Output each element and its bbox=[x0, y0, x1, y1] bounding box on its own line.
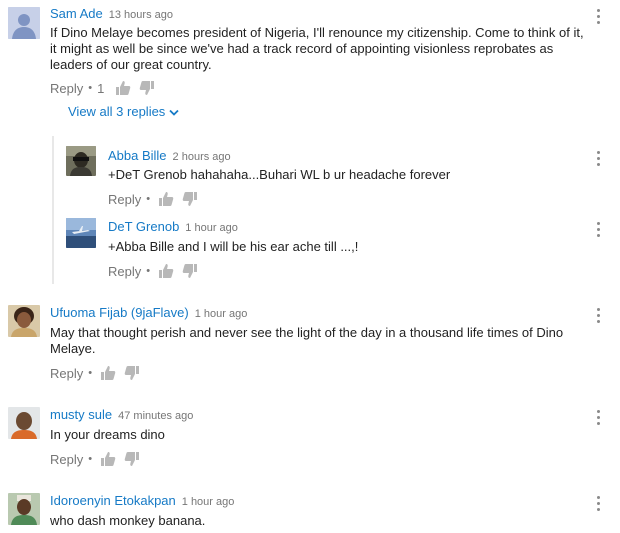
reply-button[interactable]: Reply bbox=[50, 452, 83, 467]
timestamp[interactable]: 13 hours ago bbox=[109, 9, 173, 21]
comment-header: Ufuoma Fijab (9jaFlave) 1 hour ago bbox=[50, 305, 247, 322]
thumbs-down-icon[interactable] bbox=[139, 80, 155, 96]
comment-actions: Reply • 1 bbox=[50, 80, 160, 96]
separator: • bbox=[146, 193, 151, 205]
comment-header: DeT Grenob 1 hour ago bbox=[108, 219, 238, 236]
more-actions-icon[interactable] bbox=[594, 9, 602, 25]
avatar[interactable] bbox=[66, 218, 96, 248]
thumbs-down-icon[interactable] bbox=[124, 365, 140, 381]
comment-actions: Reply • bbox=[50, 365, 145, 381]
view-replies-link[interactable]: View all 3 replies bbox=[68, 104, 179, 120]
default-user-icon bbox=[8, 7, 40, 39]
user-photo-icon bbox=[8, 493, 40, 525]
comment-header: Sam Ade 13 hours ago bbox=[50, 6, 173, 23]
avatar[interactable] bbox=[8, 305, 40, 337]
reply-button[interactable]: Reply bbox=[108, 192, 141, 207]
thumbs-up-icon[interactable] bbox=[100, 365, 116, 381]
timestamp[interactable]: 1 hour ago bbox=[195, 308, 248, 320]
author-name[interactable]: Abba Bille bbox=[108, 148, 167, 163]
comment-actions: Reply • bbox=[108, 191, 203, 207]
comment-header: Abba Bille 2 hours ago bbox=[108, 148, 231, 165]
timestamp[interactable]: 47 minutes ago bbox=[118, 410, 193, 422]
avatar[interactable] bbox=[8, 407, 40, 439]
author-name[interactable]: DeT Grenob bbox=[108, 219, 179, 234]
avatar[interactable] bbox=[66, 146, 96, 176]
separator: • bbox=[88, 82, 93, 94]
author-name[interactable]: musty sule bbox=[50, 407, 112, 422]
more-actions-icon[interactable] bbox=[594, 410, 602, 426]
comment-header: Idoroenyin Etokakpan 1 hour ago bbox=[50, 493, 234, 510]
timestamp[interactable]: 1 hour ago bbox=[182, 496, 235, 508]
reply-button[interactable]: Reply bbox=[108, 264, 141, 279]
view-replies-label: View all 3 replies bbox=[68, 104, 166, 119]
thumbs-down-icon[interactable] bbox=[182, 263, 198, 279]
user-photo-icon bbox=[66, 218, 96, 248]
reply-button[interactable]: Reply bbox=[50, 366, 83, 381]
comment-actions: Reply • bbox=[50, 451, 145, 467]
avatar[interactable] bbox=[8, 7, 40, 39]
thumbs-up-icon[interactable] bbox=[158, 191, 174, 207]
separator: • bbox=[88, 453, 93, 465]
timestamp[interactable]: 2 hours ago bbox=[173, 151, 231, 163]
comment-text: who dash monkey banana. bbox=[50, 513, 206, 528]
comment-text: In your dreams dino bbox=[50, 427, 165, 442]
chevron-down-icon bbox=[169, 109, 179, 116]
reply-thread-rail bbox=[52, 136, 54, 284]
author-name[interactable]: Ufuoma Fijab (9jaFlave) bbox=[50, 305, 189, 320]
more-actions-icon[interactable] bbox=[594, 222, 602, 238]
comment-text: +DeT Grenob hahahaha...Buhari WL b ur he… bbox=[108, 167, 451, 182]
comments-section: Sam Ade 13 hours ago If Dino Melaye becom… bbox=[0, 0, 620, 533]
more-actions-icon[interactable] bbox=[594, 308, 602, 324]
user-photo-icon bbox=[8, 305, 40, 337]
avatar[interactable] bbox=[8, 493, 40, 525]
reply-button[interactable]: Reply bbox=[50, 81, 83, 96]
more-actions-icon[interactable] bbox=[594, 496, 602, 512]
separator: • bbox=[88, 367, 93, 379]
thumbs-down-icon[interactable] bbox=[124, 451, 140, 467]
user-photo-icon bbox=[8, 407, 40, 439]
author-name[interactable]: Idoroenyin Etokakpan bbox=[50, 493, 176, 508]
user-photo-icon bbox=[66, 146, 96, 176]
timestamp[interactable]: 1 hour ago bbox=[185, 222, 238, 234]
comment-actions: Reply • bbox=[108, 263, 203, 279]
comment-text: If Dino Melaye becomes president of Nige… bbox=[50, 25, 584, 72]
thumbs-up-icon[interactable] bbox=[100, 451, 116, 467]
comment-text: May that thought perish and never see th… bbox=[50, 325, 564, 356]
comment-text: +Abba Bille and I will be his ear ache t… bbox=[108, 239, 359, 254]
author-name[interactable]: Sam Ade bbox=[50, 6, 103, 21]
separator: • bbox=[146, 265, 151, 277]
thumbs-up-icon[interactable] bbox=[158, 263, 174, 279]
comment-header: musty sule 47 minutes ago bbox=[50, 407, 193, 424]
like-count: 1 bbox=[97, 80, 105, 96]
thumbs-down-icon[interactable] bbox=[182, 191, 198, 207]
thumbs-up-icon[interactable] bbox=[115, 80, 131, 96]
more-actions-icon[interactable] bbox=[594, 151, 602, 167]
